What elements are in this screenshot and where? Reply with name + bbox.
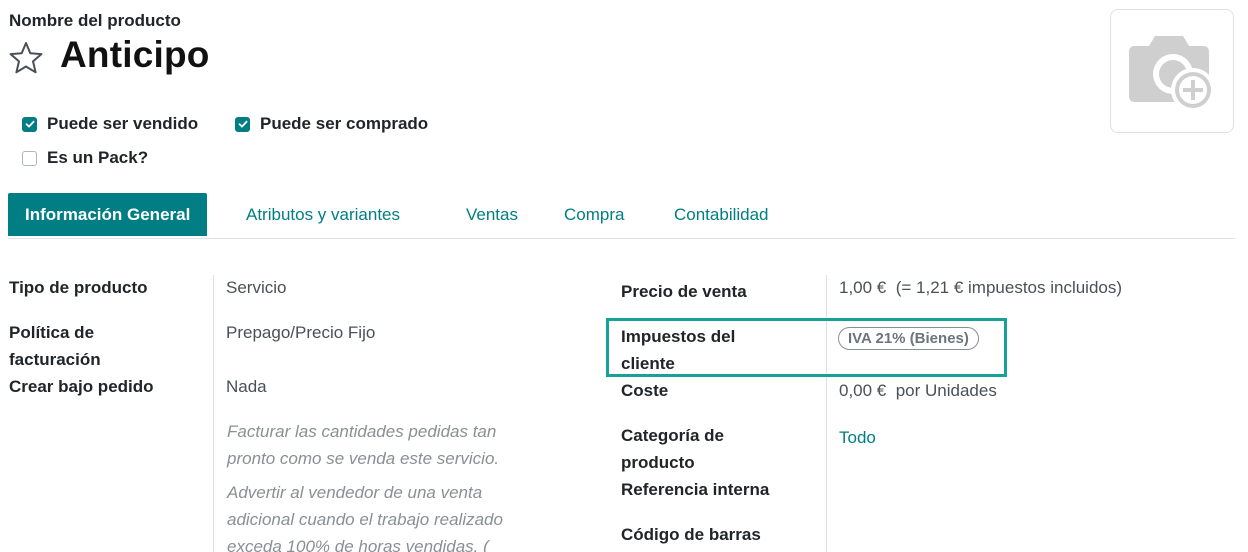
sale-price-field[interactable]: 1,00 € (= 1,21 € impuestos incluidos) bbox=[839, 274, 1122, 301]
cost-field[interactable]: 0,00 € por Unidades bbox=[839, 377, 997, 404]
notebook-tabs: Información General Atributos y variante… bbox=[8, 193, 1235, 239]
can-be-purchased-checkbox[interactable]: Puede ser comprado bbox=[235, 114, 428, 134]
is-pack-checkbox[interactable]: Es un Pack? bbox=[22, 148, 148, 168]
cost-unit: por Unidades bbox=[895, 381, 997, 400]
checkbox-checked-icon[interactable] bbox=[22, 116, 37, 132]
is-pack-label: Es un Pack? bbox=[47, 148, 149, 167]
product-type-label: Tipo de producto bbox=[9, 278, 148, 297]
tab-compra[interactable]: Compra bbox=[564, 193, 624, 236]
can-be-sold-checkbox[interactable]: Puede ser vendido bbox=[22, 114, 198, 134]
can-be-purchased-label: Puede ser comprado bbox=[260, 114, 429, 133]
invoice-policy-label: Política de facturación bbox=[9, 323, 101, 369]
product-name-label: Nombre del producto bbox=[9, 11, 181, 30]
invoice-policy-field[interactable]: Prepago/Precio Fijo bbox=[226, 319, 375, 346]
sale-price-label: Precio de venta bbox=[621, 282, 747, 301]
invoice-policy-help: Facturar las cantidades pedidas tan pron… bbox=[227, 422, 500, 468]
tax-included-text: (= 1,21 € impuestos incluidos) bbox=[895, 278, 1123, 297]
create-on-order-label: Crear bajo pedido bbox=[9, 377, 154, 396]
create-on-order-field[interactable]: Nada bbox=[226, 373, 267, 400]
barcode-label: Código de barras bbox=[621, 525, 761, 544]
highlight-box bbox=[606, 318, 1007, 377]
tab-atributos-variantes[interactable]: Atributos y variantes bbox=[246, 193, 400, 236]
tab-informacion-general[interactable]: Información General bbox=[8, 193, 208, 236]
product-name-field[interactable]: Anticipo bbox=[60, 34, 210, 76]
checkbox-unchecked-icon[interactable] bbox=[22, 150, 37, 166]
left-column-divider bbox=[213, 275, 214, 552]
product-type-field[interactable]: Servicio bbox=[226, 274, 286, 301]
favorite-star-icon[interactable] bbox=[8, 40, 44, 76]
product-image-upload[interactable] bbox=[1110, 9, 1234, 133]
tab-contabilidad[interactable]: Contabilidad bbox=[674, 193, 769, 236]
internal-reference-label: Referencia interna bbox=[621, 480, 770, 499]
can-be-sold-label: Puede ser vendido bbox=[47, 114, 199, 133]
checkbox-checked-icon[interactable] bbox=[235, 116, 250, 132]
product-category-label: Categoría de producto bbox=[621, 426, 724, 472]
camera-plus-icon bbox=[1129, 36, 1215, 112]
product-category-field[interactable]: Todo bbox=[839, 424, 876, 451]
cost-label: Coste bbox=[621, 381, 669, 400]
tab-ventas[interactable]: Ventas bbox=[466, 193, 518, 236]
right-column-divider bbox=[826, 275, 827, 552]
create-on-order-help: Advertir al vendedor de una venta adicio… bbox=[227, 483, 503, 552]
